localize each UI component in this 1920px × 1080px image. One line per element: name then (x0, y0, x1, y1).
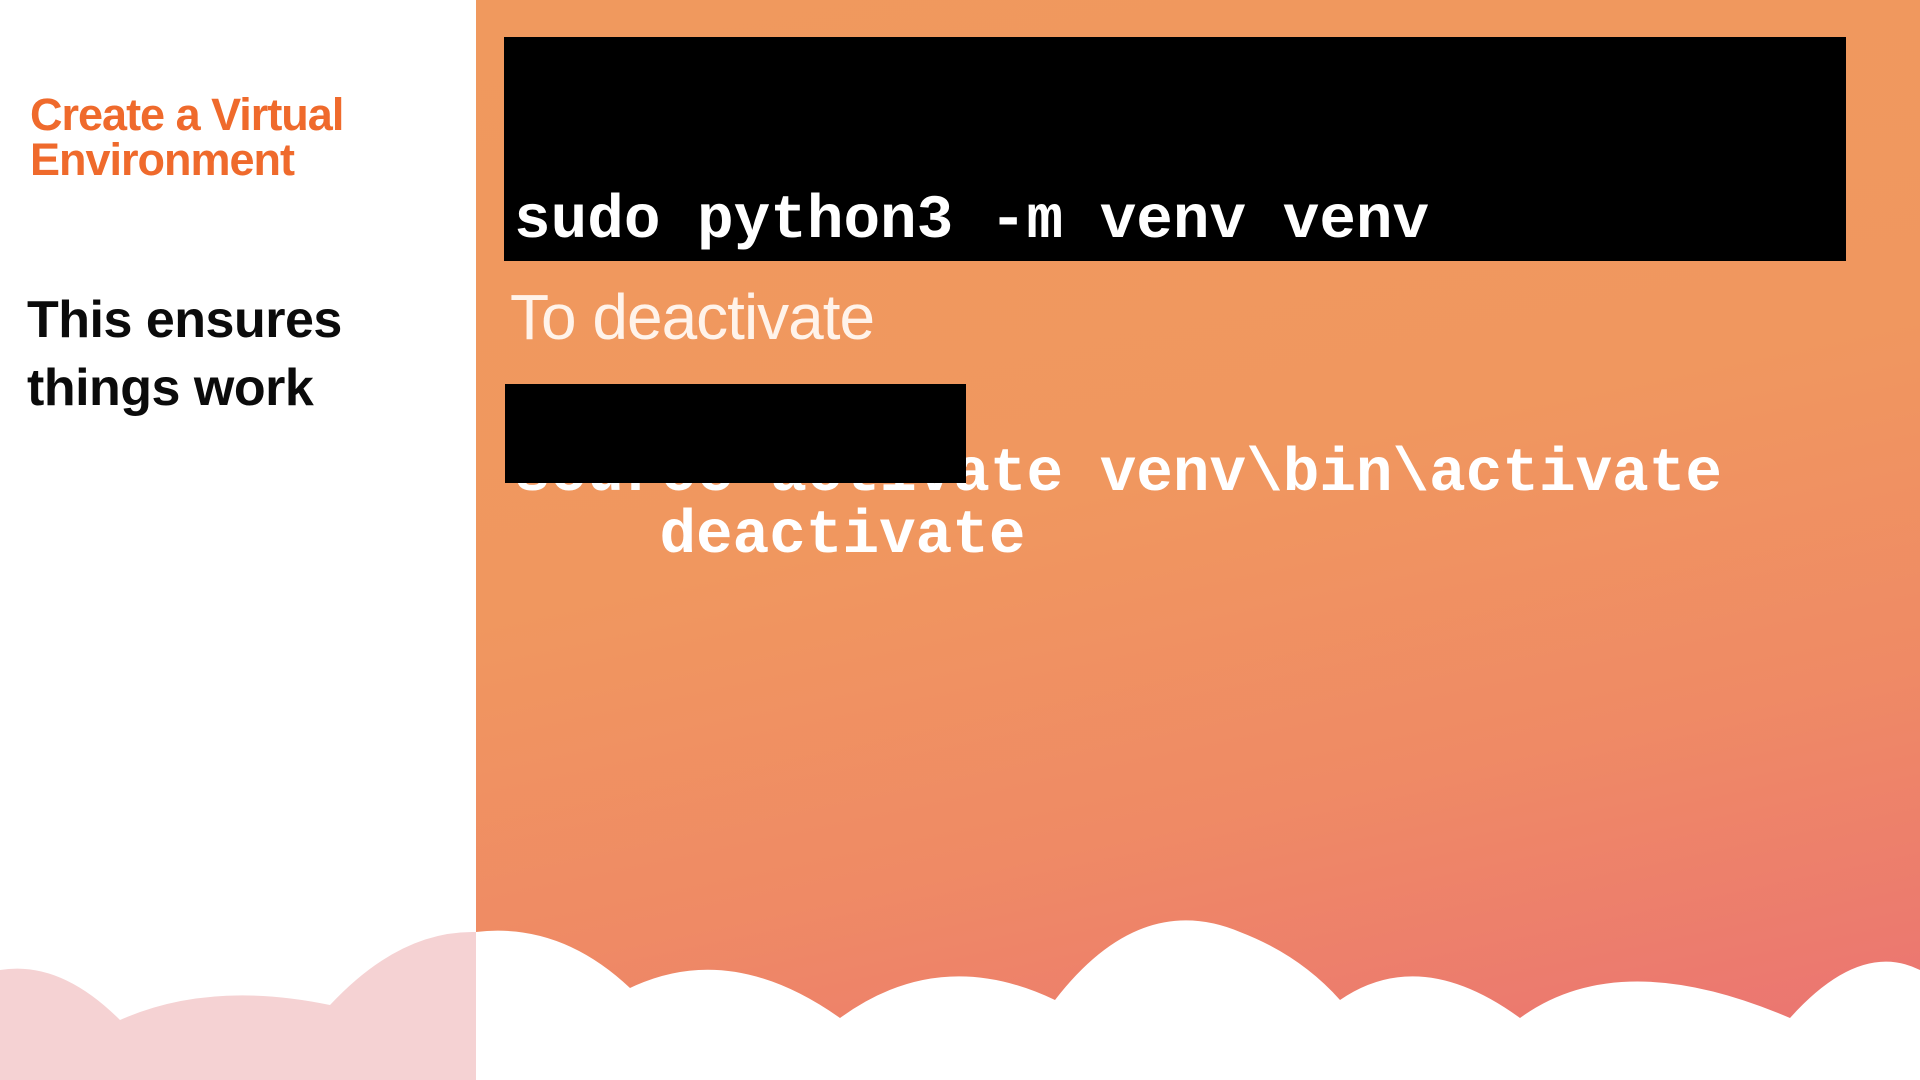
cloud-decoration (0, 920, 1920, 1080)
code-line-deactivate: deactivate (659, 502, 1026, 571)
slide: Create a Virtual Environment This ensure… (0, 0, 1920, 1080)
slide-title: Create a Virtual Environment (30, 89, 344, 185)
cloud-white-right (476, 920, 1920, 1080)
code-block-deactivate: deactivate (505, 384, 1026, 571)
cloud-pink-left (0, 931, 476, 1080)
deactivate-heading: To deactivate (510, 281, 875, 353)
slide-subtitle: This ensures things work (27, 291, 342, 417)
code-block-create-venv: sudo python3 -m venv venv source activat… (504, 37, 1846, 506)
